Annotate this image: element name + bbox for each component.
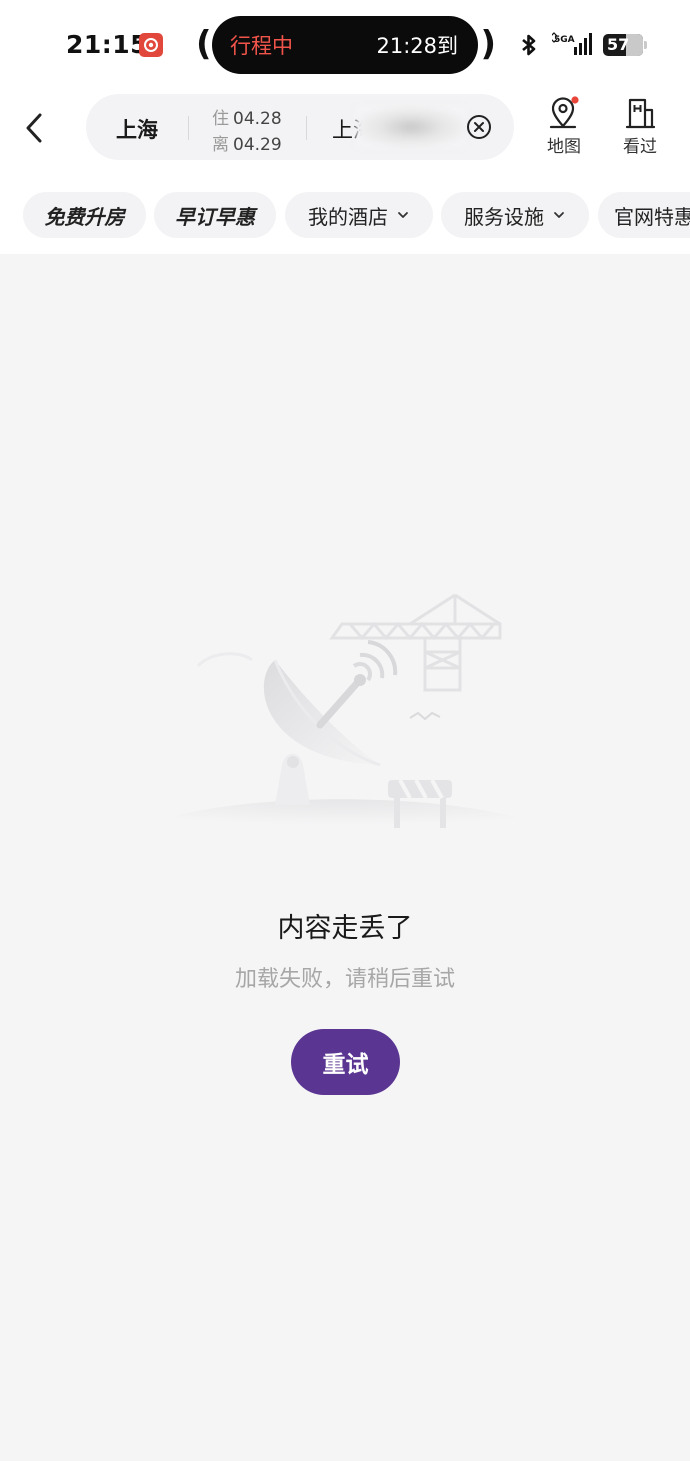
island-eta: 21:28到 xyxy=(376,34,458,58)
map-button[interactable]: 地图 xyxy=(534,96,594,157)
dynamic-island[interactable]: ( 行程中 21:28到 ) xyxy=(196,16,496,74)
search-header: 上海 住 04.28 离 04.29 上海 地图 看过 免费升房 早订早惠 我的… xyxy=(0,86,690,254)
empty-state-title: 内容走丢了 xyxy=(277,913,413,944)
redacted-blur xyxy=(356,106,466,148)
map-label: 地图 xyxy=(547,137,581,157)
signal-icon: 5GA xyxy=(552,32,592,55)
city-selector[interactable]: 上海 xyxy=(116,114,158,144)
retry-button[interactable]: 重试 xyxy=(291,1029,400,1095)
checkin-label: 住 xyxy=(212,109,229,129)
network-label: 5GA xyxy=(554,35,575,45)
clear-icon[interactable] xyxy=(466,114,492,140)
island-trip-status: 行程中 xyxy=(230,34,293,58)
battery-level: 57 xyxy=(607,35,630,54)
app-badge-icon xyxy=(139,33,163,57)
filter-chip-free-upgrade[interactable]: 免费升房 xyxy=(23,192,146,238)
empty-state-illustration xyxy=(120,593,570,842)
divider xyxy=(188,116,189,140)
empty-state-subtitle: 加载失败，请稍后重试 xyxy=(234,967,455,992)
search-bar[interactable]: 上海 住 04.28 离 04.29 上海 xyxy=(86,94,514,160)
chevron-down-icon xyxy=(554,212,564,218)
filter-chip-facilities[interactable]: 服务设施 xyxy=(441,192,589,238)
viewed-button[interactable]: 看过 xyxy=(610,96,670,157)
divider xyxy=(306,116,307,140)
filter-bar: 免费升房 早订早惠 我的酒店 服务设施 官网特惠 xyxy=(0,192,690,240)
bluetooth-icon xyxy=(522,34,536,56)
chevron-down-icon xyxy=(398,212,408,218)
status-bar: 21:15 ( 行程中 21:28到 ) 5GA 57 xyxy=(0,0,690,86)
viewed-hotel-icon xyxy=(625,98,656,129)
viewed-label: 看过 xyxy=(623,137,657,157)
filter-chip-early-booking[interactable]: 早订早惠 xyxy=(154,192,276,238)
notification-dot xyxy=(571,96,579,104)
checkin-date: 04.28 xyxy=(233,109,282,129)
status-time: 21:15 xyxy=(66,30,149,59)
filter-chip-official-deals[interactable]: 官网特惠 xyxy=(598,192,690,238)
checkout-label: 离 xyxy=(212,135,229,155)
checkout-date: 04.29 xyxy=(233,135,282,155)
filter-chip-my-hotel[interactable]: 我的酒店 xyxy=(285,192,433,238)
back-arrow-icon[interactable] xyxy=(20,110,50,146)
map-pin-icon xyxy=(549,96,579,129)
battery-icon: 57 xyxy=(603,34,647,56)
